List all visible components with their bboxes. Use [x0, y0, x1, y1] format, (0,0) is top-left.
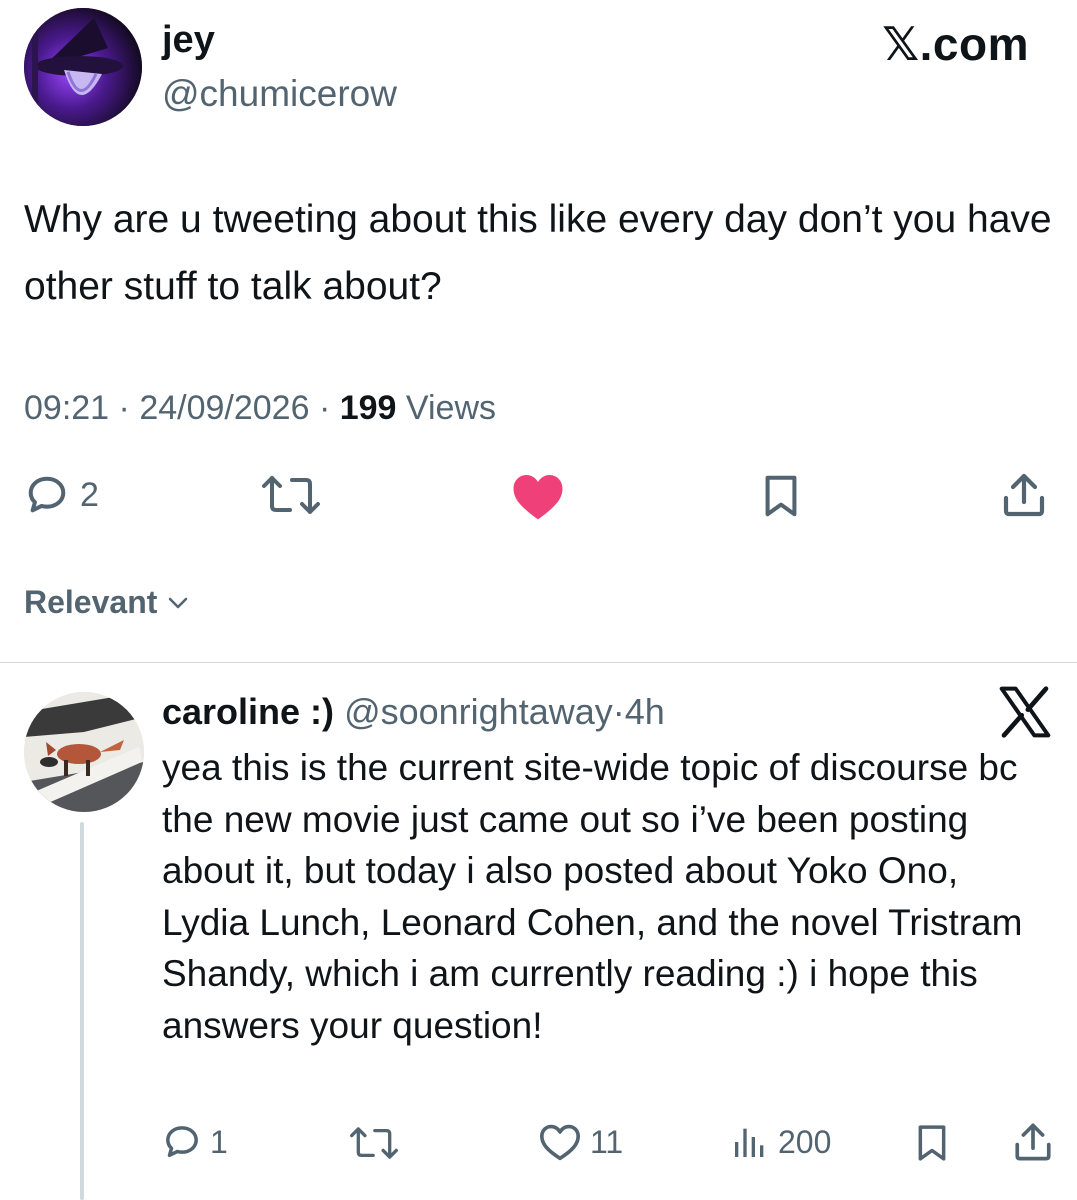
reply-time[interactable]: 4h	[625, 691, 665, 732]
retweet-icon	[262, 476, 320, 514]
bookmark-icon	[765, 475, 797, 517]
reply-text: yea this is the current site-wide topic …	[162, 747, 1023, 1046]
thread-line	[80, 822, 84, 1200]
wizard-avatar-image	[24, 8, 142, 126]
divider	[0, 662, 1077, 663]
chevron-down-icon	[169, 597, 188, 609]
author-display-name[interactable]: jey	[162, 18, 215, 62]
reply-author-avatar[interactable]	[24, 692, 144, 812]
reply-separator: ·	[612, 691, 625, 732]
reply-retweet-button[interactable]	[346, 1124, 402, 1162]
reply-views-button[interactable]: 200	[730, 1122, 831, 1162]
reply-display-name[interactable]: caroline :)	[162, 691, 334, 732]
reply-header: caroline :) @soonrightaway·4h	[162, 690, 665, 734]
reply-icon	[28, 476, 66, 513]
like-button[interactable]	[510, 470, 566, 522]
reply-count: 2	[80, 475, 99, 514]
fox-avatar-image	[24, 692, 144, 812]
reply-reply-count: 1	[210, 1123, 228, 1160]
meta-separator: ·	[318, 389, 331, 427]
bookmark-button[interactable]	[758, 472, 804, 520]
reply-like-count: 11	[590, 1123, 624, 1160]
views-count: 199	[339, 389, 397, 427]
tweet-time[interactable]: 09:21	[24, 389, 109, 427]
heart-icon	[539, 1124, 580, 1161]
x-logo-badge	[997, 686, 1053, 743]
share-icon	[1015, 1123, 1051, 1161]
reply-button[interactable]: 2	[24, 472, 99, 518]
meta-separator: ·	[118, 389, 130, 427]
reply-icon	[166, 1126, 198, 1158]
x-logo-icon	[999, 686, 1051, 738]
retweet-icon	[350, 1127, 398, 1159]
tweet-meta: 09:21 · 24/09/2026 · 199 Views	[24, 386, 496, 430]
heart-icon	[513, 475, 563, 520]
reply-bookmark-button[interactable]	[912, 1122, 952, 1164]
tweet-date[interactable]: 24/09/2026	[139, 389, 309, 427]
author-handle[interactable]: @chumicerow	[162, 72, 397, 116]
share-button[interactable]	[1000, 470, 1048, 520]
retweet-button[interactable]	[258, 472, 324, 518]
sort-label: Relevant	[24, 584, 158, 620]
reply-like-button[interactable]: 11	[538, 1122, 623, 1162]
reply-handle[interactable]: @soonrightaway	[344, 691, 613, 732]
replies-sort-dropdown[interactable]: Relevant	[24, 580, 191, 624]
tweet-text: Why are u tweeting about this like every…	[24, 198, 1052, 308]
reply-views-count: 200	[778, 1123, 832, 1160]
reply-share-button[interactable]	[1012, 1120, 1054, 1164]
bookmark-icon	[918, 1125, 946, 1161]
author-avatar[interactable]	[24, 8, 142, 126]
share-icon	[1003, 473, 1045, 517]
site-logo: 𝕏.com	[882, 18, 1029, 70]
views-label: Views	[405, 389, 497, 427]
views-icon	[735, 1128, 764, 1157]
reply-reply-button[interactable]: 1	[162, 1122, 228, 1162]
